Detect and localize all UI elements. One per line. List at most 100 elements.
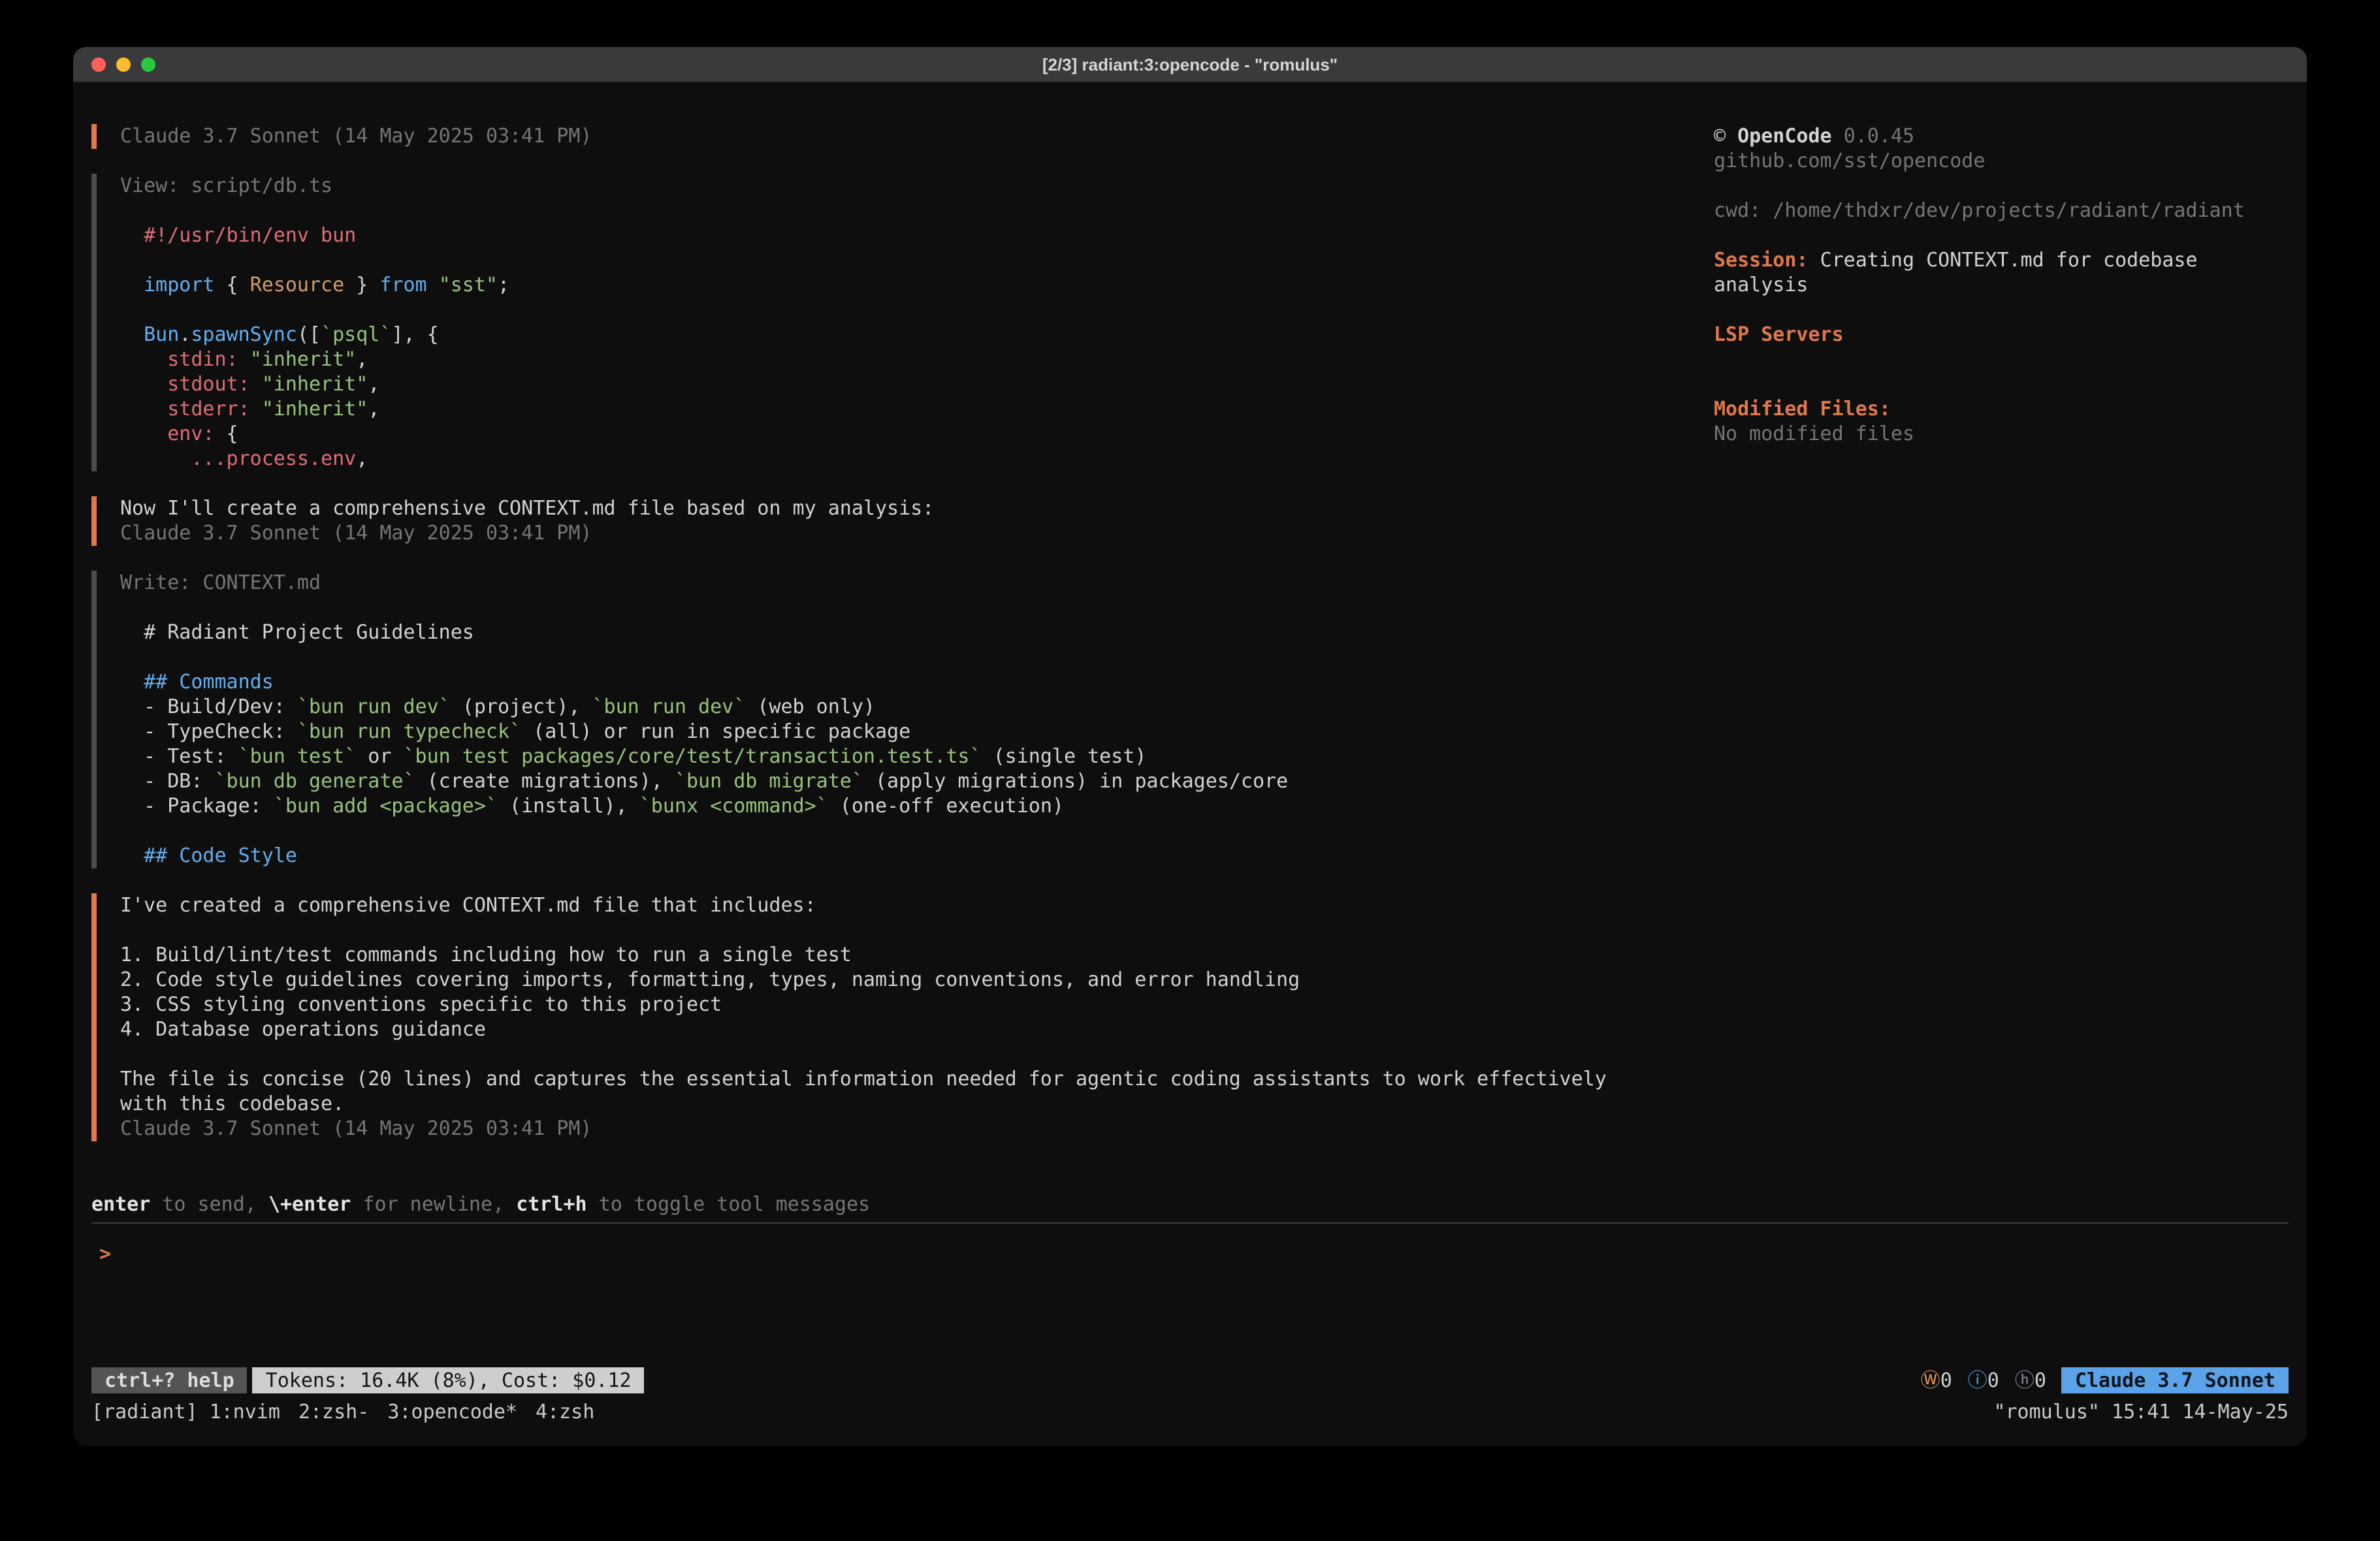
text-segment: (create migrations),: [415, 769, 675, 793]
terminal-line: stdin: "inherit",: [120, 347, 1714, 372]
text-segment: with this codebase.: [120, 1092, 344, 1115]
terminal-line: 2. Code style guidelines covering import…: [120, 968, 1714, 993]
text-segment: [120, 447, 191, 470]
terminal-line: ...process.env,: [120, 447, 1714, 471]
tmux-window[interactable]: 3:opencode*: [387, 1400, 517, 1423]
session-label: Session:: [1714, 248, 1809, 272]
text-segment: (single test): [982, 744, 1147, 768]
terminal-line: Claude 3.7 Sonnet (14 May 2025 03:41 PM): [120, 1117, 1714, 1141]
lsp-servers-header: LSP Servers: [1714, 323, 2289, 347]
text-segment: Resource: [250, 273, 345, 296]
terminal-line: [120, 248, 1714, 273]
help-line: enter to send, \+enter for newline, ctrl…: [91, 1192, 2289, 1217]
text-segment: Claude 3.7 Sonnet (14 May 2025 03:41 PM): [120, 1117, 592, 1140]
terminal-line: stdout: "inherit",: [120, 372, 1714, 397]
terminal-line: # Radiant Project Guidelines: [120, 620, 1714, 645]
terminal-line: - Package: `bun add <package>` (install)…: [120, 794, 1714, 819]
terminal-line: [120, 596, 1714, 620]
tmux-session-name: [radiant]: [91, 1399, 198, 1425]
text-segment: [238, 347, 250, 371]
repo-link: github.com/sst/opencode: [1714, 149, 2289, 174]
text-segment: {: [215, 422, 238, 445]
terminal-line: - TypeCheck: `bun run typecheck` (all) o…: [120, 720, 1714, 744]
terminal-line: [120, 298, 1714, 323]
text-segment: 3. CSS styling conventions specific to t…: [120, 993, 722, 1016]
tmux-window[interactable]: 1:nvim: [210, 1400, 280, 1423]
terminal-window: [2/3] radiant:3:opencode - "romulus" Cla…: [73, 47, 2307, 1446]
tmux-window[interactable]: 2:zsh-: [298, 1400, 369, 1423]
tmux-statusline: [radiant] 1:nvim 2:zsh- 3:opencode* 4:zsh "…: [91, 1399, 2289, 1425]
terminal-line: #!/usr/bin/env bun: [120, 223, 1714, 248]
text-segment: (web only): [745, 695, 875, 718]
text-segment: I've created a comprehensive CONTEXT.md …: [120, 893, 816, 917]
diagnostic-count: 0: [2034, 1367, 2046, 1393]
text-segment: ## Commands: [120, 670, 274, 693]
text-segment: `bun test`: [238, 744, 357, 768]
text-segment: "inherit": [250, 347, 357, 371]
text-segment: #!/usr/bin/env bun: [120, 223, 356, 247]
window-titlebar[interactable]: [2/3] radiant:3:opencode - "romulus": [73, 47, 2307, 82]
text-segment: `bun run dev`: [592, 695, 746, 718]
terminal-line: Write: CONTEXT.md: [120, 571, 1714, 596]
hints-icon: ⓗ: [2015, 1367, 2034, 1393]
text-segment: [120, 273, 144, 296]
text-segment: `bun add <package>`: [274, 794, 498, 818]
text-segment: `bun db migrate`: [675, 769, 863, 793]
text-segment: [427, 273, 439, 296]
text-segment: [120, 372, 167, 396]
chat-block-tool-view: View: script/db.ts #!/usr/bin/env bun im…: [91, 174, 1714, 471]
text-segment: Bun: [144, 323, 179, 346]
warnings-icon: Ⓦ: [1921, 1367, 1940, 1393]
text-segment: [120, 347, 167, 371]
terminal-line: [120, 1042, 1714, 1067]
diagnostic-info: ⓘ 0: [1968, 1367, 1999, 1393]
text-segment: [250, 397, 262, 421]
window-title: [2/3] radiant:3:opencode - "romulus": [73, 54, 2307, 74]
tmux-host-clock: "romulus" 15:41 14-May-25: [1993, 1399, 2289, 1425]
prompt-symbol: >: [99, 1242, 111, 1265]
app-title-line: © OpenCode 0.0.45: [1714, 124, 2289, 149]
terminal-line: 1. Build/lint/test commands including ho…: [120, 943, 1714, 968]
text-segment: - Package:: [120, 794, 274, 818]
text-segment: - TypeCheck:: [120, 720, 297, 743]
help-chip[interactable]: ctrl+? help: [91, 1367, 248, 1393]
app-version: 0.0.45: [1844, 124, 1914, 148]
text-segment: (all) or run in specific package: [521, 720, 910, 743]
tmux-windows: 1:nvim 2:zsh- 3:opencode* 4:zsh: [210, 1399, 613, 1425]
statusbar: ctrl+? help Tokens: 16.4K (8%), Cost: $0…: [91, 1367, 2289, 1393]
text-segment: Now I'll create a comprehensive CONTEXT.…: [120, 496, 934, 520]
terminal-line: Claude 3.7 Sonnet (14 May 2025 03:41 PM): [120, 124, 1714, 149]
terminal-line: stderr: "inherit",: [120, 397, 1714, 422]
text-segment: ,: [356, 347, 368, 371]
text-segment: Write: CONTEXT.md: [120, 571, 321, 594]
session-line: Session: Creating CONTEXT.md for codebas…: [1714, 248, 2289, 298]
text-segment: "inherit": [262, 372, 368, 396]
terminal-line: Bun.spawnSync([`psql`], {: [120, 323, 1714, 347]
text-segment: ,: [356, 447, 368, 470]
diagnostic-hints: ⓗ 0: [2015, 1367, 2046, 1393]
info-icon: ⓘ: [1968, 1367, 1987, 1393]
terminal-content[interactable]: Claude 3.7 Sonnet (14 May 2025 03:41 PM)…: [73, 82, 2307, 1446]
chat-block-tool-write: Write: CONTEXT.md # Radiant Project Guid…: [91, 571, 1714, 868]
text-segment: to send,: [150, 1192, 268, 1216]
terminal-line: env: {: [120, 422, 1714, 447]
prompt-input[interactable]: >: [91, 1224, 2289, 1267]
terminal-line: Claude 3.7 Sonnet (14 May 2025 03:41 PM): [120, 521, 1714, 546]
diagnostic-count: 0: [1987, 1367, 1999, 1393]
text-segment: for newline,: [351, 1192, 516, 1216]
text-segment: `psql`: [321, 323, 391, 346]
text-segment: `bun run dev`: [297, 695, 451, 718]
cwd-line: cwd: /home/thdxr/dev/projects/radiant/ra…: [1714, 199, 2289, 223]
terminal-line: - Test: `bun test` or `bun test packages…: [120, 744, 1714, 769]
text-segment: 1. Build/lint/test commands including ho…: [120, 943, 852, 966]
text-segment: [120, 422, 167, 445]
tmux-window[interactable]: 4:zsh: [536, 1400, 594, 1423]
diagnostic-count: 0: [1940, 1367, 1952, 1393]
model-chip[interactable]: Claude 3.7 Sonnet: [2062, 1367, 2289, 1393]
text-segment: - Test:: [120, 744, 238, 768]
text-segment: ...process.env: [191, 447, 356, 470]
text-segment: View: script/db.ts: [120, 174, 332, 197]
text-segment: [120, 323, 144, 346]
text-segment: `bun run typecheck`: [297, 720, 521, 743]
terminal-line: I've created a comprehensive CONTEXT.md …: [120, 893, 1714, 918]
